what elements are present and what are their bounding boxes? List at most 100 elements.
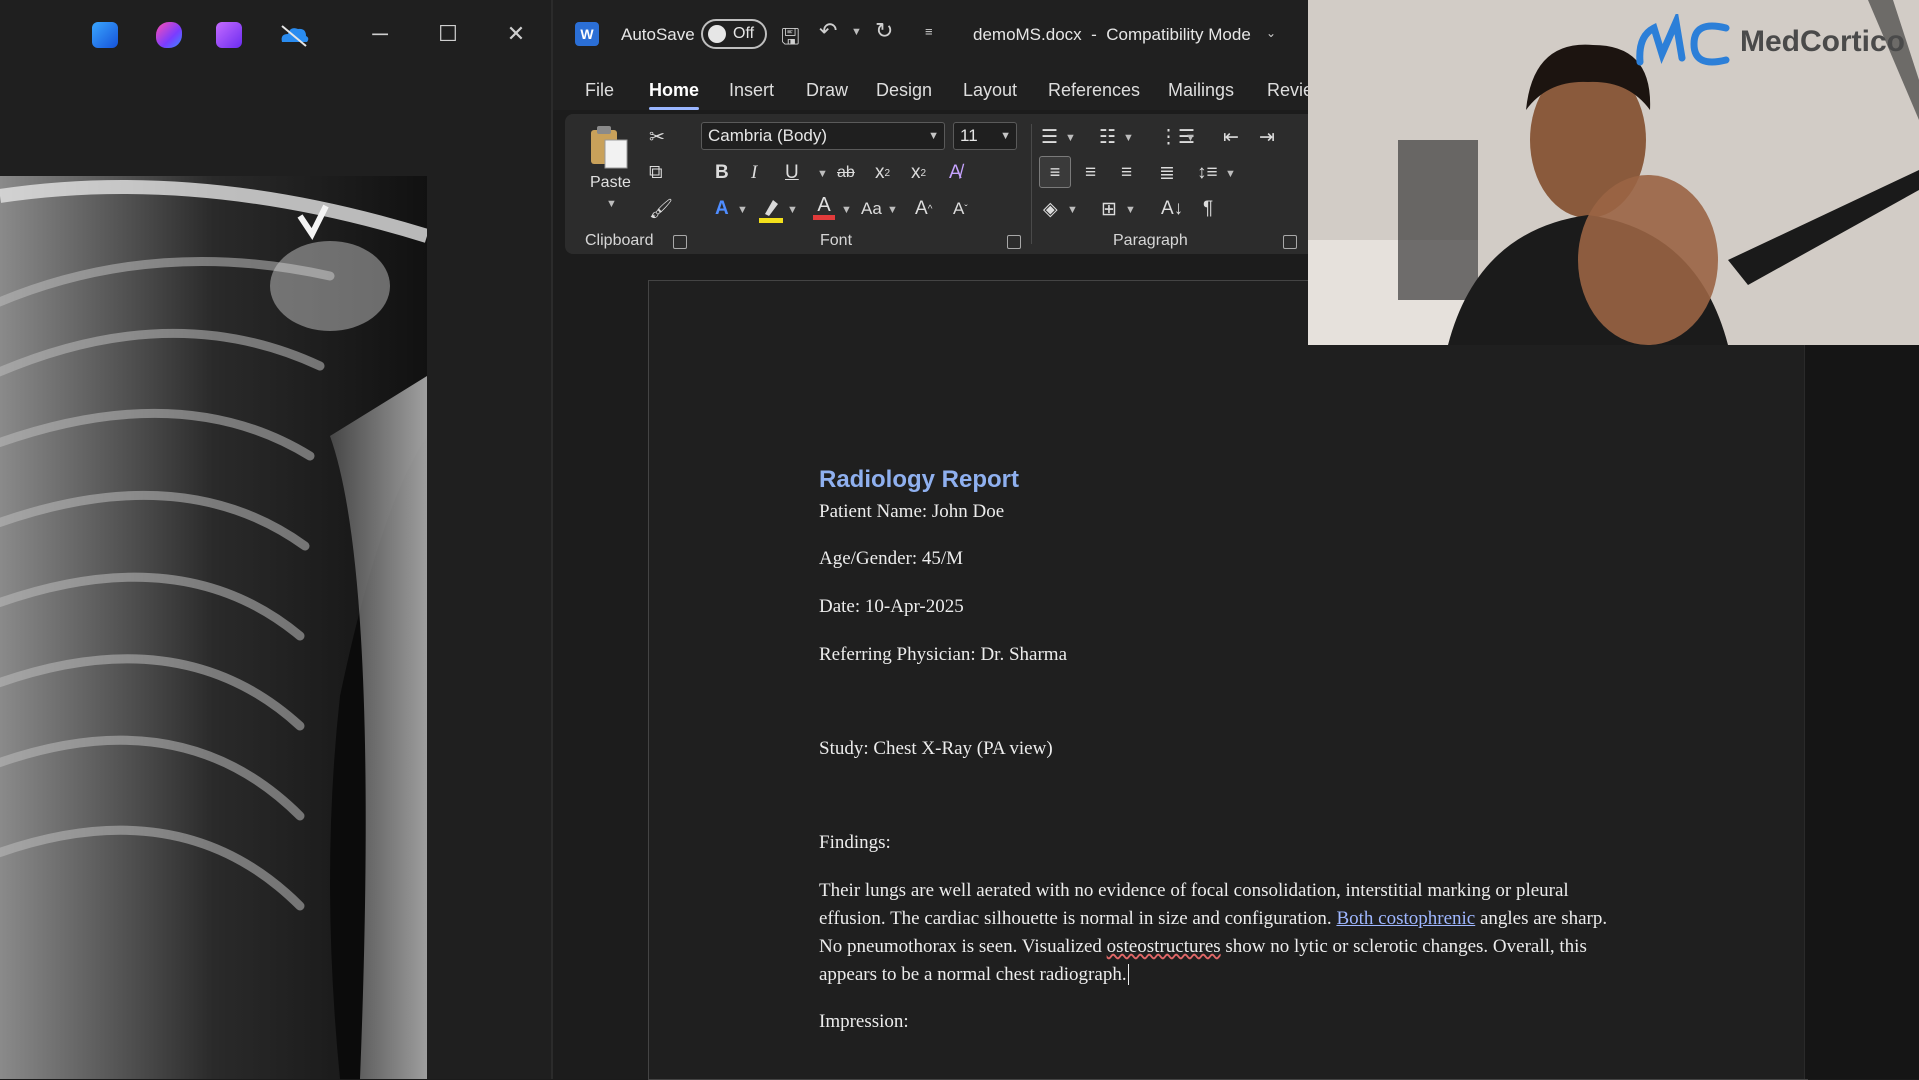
- numbering-icon[interactable]: ☷: [1099, 122, 1116, 152]
- findings-link-text[interactable]: Both costophrenic: [1336, 908, 1475, 929]
- shading-dropdown-icon[interactable]: ▼: [1067, 204, 1078, 216]
- findings-heading[interactable]: Findings:: [819, 832, 891, 854]
- title-dropdown-icon[interactable]: ⌄: [1266, 26, 1276, 40]
- toggle-knob: [708, 25, 726, 43]
- underline-button[interactable]: U: [785, 158, 799, 188]
- paragraph-launcher-icon[interactable]: [1283, 235, 1297, 249]
- copy-icon[interactable]: ⧉: [649, 158, 663, 188]
- document-page[interactable]: Radiology Report Patient Name: John Doe …: [648, 280, 1808, 1080]
- background-strip: [1804, 345, 1919, 1079]
- report-title[interactable]: Radiology Report: [819, 466, 1019, 494]
- impression-heading[interactable]: Impression:: [819, 1011, 909, 1033]
- font-name-select[interactable]: Cambria (Body) ▼: [701, 122, 945, 150]
- justify-icon[interactable]: ≣: [1159, 158, 1175, 188]
- subscript-icon[interactable]: x2: [875, 158, 890, 188]
- autosave-state: Off: [733, 25, 755, 42]
- align-center-icon[interactable]: ≡: [1085, 158, 1096, 188]
- font-color-dropdown-icon[interactable]: ▼: [841, 204, 852, 216]
- strikethrough-button[interactable]: ab: [837, 158, 855, 188]
- grow-font-icon[interactable]: A ^: [915, 194, 932, 224]
- line-spacing-dropdown-icon[interactable]: ▼: [1225, 168, 1236, 180]
- undo-icon[interactable]: ↶: [819, 18, 837, 44]
- shrink-font-icon[interactable]: Aˇ: [953, 194, 968, 224]
- font-color-icon[interactable]: A: [813, 194, 835, 224]
- onedrive-icon[interactable]: [278, 22, 310, 48]
- paste-button[interactable]: Paste: [590, 174, 631, 192]
- sort-icon[interactable]: A↓: [1161, 194, 1183, 224]
- spelling-error-text[interactable]: osteostructures: [1107, 936, 1221, 957]
- customize-toolbar-icon[interactable]: ≡: [925, 24, 933, 39]
- align-left-icon[interactable]: ≡: [1039, 156, 1071, 188]
- bullets-icon[interactable]: ☰: [1041, 122, 1058, 152]
- italic-button[interactable]: I: [751, 158, 757, 188]
- webcam-overlay: MedCortico: [1308, 0, 1919, 345]
- tab-file[interactable]: File: [585, 80, 614, 101]
- text-effects-icon[interactable]: A: [715, 194, 729, 224]
- clipboard-launcher-icon[interactable]: [673, 235, 687, 249]
- format-painter-icon[interactable]: 🖌: [649, 194, 673, 224]
- study-line[interactable]: Study: Chest X-Ray (PA view): [819, 738, 1053, 760]
- line-spacing-icon[interactable]: ↕≡: [1197, 158, 1218, 188]
- tab-draw[interactable]: Draw: [806, 80, 848, 101]
- age-gender-line[interactable]: Age/Gender: 45/M: [819, 548, 963, 570]
- tab-review[interactable]: Revie: [1267, 80, 1313, 101]
- align-right-icon[interactable]: ≡: [1121, 158, 1132, 188]
- cut-icon[interactable]: ✂: [649, 122, 665, 152]
- font-group-label: Font: [820, 232, 853, 249]
- highlight-dropdown-icon[interactable]: ▼: [787, 204, 798, 216]
- font-launcher-icon[interactable]: [1007, 235, 1021, 249]
- tab-insert[interactable]: Insert: [729, 80, 774, 101]
- patient-name-line[interactable]: Patient Name: John Doe: [819, 501, 1004, 523]
- save-icon[interactable]: 🖫: [781, 20, 800, 58]
- underline-dropdown-icon[interactable]: ▼: [817, 168, 828, 180]
- change-case-button[interactable]: Aa: [861, 194, 882, 224]
- increase-indent-icon[interactable]: ⇥: [1259, 122, 1275, 152]
- text-effects-dropdown-icon[interactable]: ▼: [737, 204, 748, 216]
- bold-button[interactable]: B: [715, 158, 729, 188]
- copilot-icon[interactable]: [156, 22, 182, 48]
- chest-xray-image: [0, 176, 427, 1079]
- tab-layout[interactable]: Layout: [963, 80, 1017, 101]
- numbering-dropdown-icon[interactable]: ▼: [1123, 132, 1134, 144]
- document-title[interactable]: demoMS.docx - Compatibility Mode: [973, 25, 1251, 45]
- clipchamp-icon[interactable]: [216, 22, 242, 48]
- tab-home[interactable]: Home: [649, 80, 700, 110]
- logo-text: MedCortico: [1740, 25, 1905, 58]
- decrease-indent-icon[interactable]: ⇤: [1223, 122, 1239, 152]
- tab-design[interactable]: Design: [876, 80, 932, 101]
- font-size-select[interactable]: 11 ▼: [953, 122, 1017, 150]
- tab-mailings[interactable]: Mailings: [1168, 80, 1234, 101]
- medcortico-logo: MedCortico: [1632, 14, 1905, 70]
- redo-icon[interactable]: ↻: [875, 18, 893, 44]
- borders-dropdown-icon[interactable]: ▼: [1125, 204, 1136, 216]
- maximize-icon[interactable]: ☐: [428, 18, 468, 50]
- autosave-toggle[interactable]: Off: [701, 19, 767, 49]
- findings-paragraph[interactable]: Their lungs are well aerated with no evi…: [819, 877, 1629, 989]
- date-line[interactable]: Date: 10-Apr-2025: [819, 596, 964, 618]
- borders-icon[interactable]: ⊞: [1101, 194, 1117, 224]
- minimize-icon[interactable]: ─: [360, 18, 400, 50]
- change-case-dropdown-icon[interactable]: ▼: [887, 204, 898, 216]
- group-divider: [1031, 124, 1032, 244]
- autosave-label: AutoSave: [621, 25, 695, 44]
- word-app-icon: W: [575, 22, 599, 46]
- bullets-dropdown-icon[interactable]: ▼: [1065, 132, 1076, 144]
- edit-app-icon[interactable]: [92, 22, 118, 48]
- paragraph-group-label: Paragraph: [1113, 232, 1188, 249]
- paste-dropdown-icon[interactable]: ▼: [606, 198, 617, 210]
- shading-icon[interactable]: ◈: [1043, 194, 1058, 224]
- tab-references[interactable]: References: [1048, 80, 1140, 101]
- clear-formatting-icon[interactable]: A̸: [949, 158, 962, 188]
- medcortico-logo-mark: [1636, 14, 1730, 66]
- referring-physician-line[interactable]: Referring Physician: Dr. Sharma: [819, 644, 1067, 666]
- superscript-icon[interactable]: x2: [911, 158, 926, 188]
- show-marks-button[interactable]: ¶: [1203, 194, 1213, 224]
- font-name-value: Cambria (Body): [708, 126, 828, 145]
- chevron-down-icon: ▼: [1000, 130, 1011, 142]
- undo-dropdown-icon[interactable]: ▼: [851, 26, 862, 38]
- multilevel-dropdown-icon[interactable]: ▼: [1185, 132, 1196, 144]
- paste-icon[interactable]: [587, 124, 631, 170]
- highlight-color-icon[interactable]: [759, 196, 783, 224]
- clipboard-group-label: Clipboard: [585, 232, 654, 249]
- close-icon[interactable]: ✕: [496, 18, 536, 50]
